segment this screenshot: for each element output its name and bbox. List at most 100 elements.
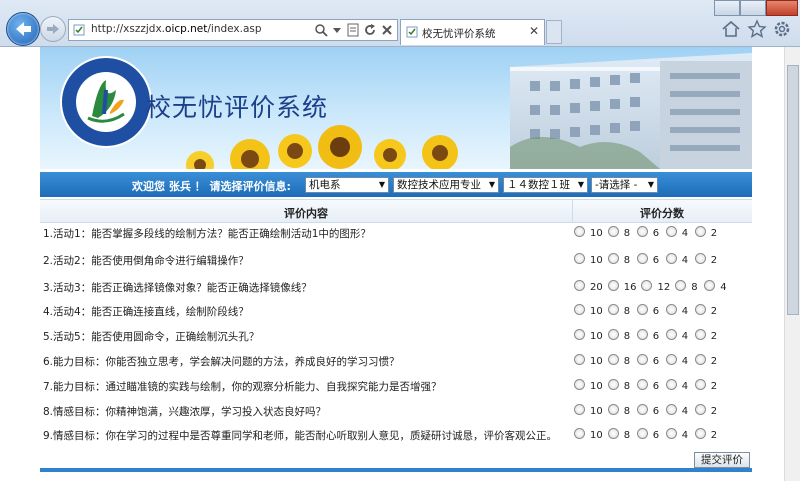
score-radio[interactable] [607,404,619,415]
score-option[interactable]: 6 [636,226,665,239]
score-radio[interactable] [694,354,706,365]
score-radio[interactable] [636,329,648,340]
score-radio[interactable] [665,379,677,390]
score-radio[interactable] [574,280,585,291]
score-option[interactable]: 4 [704,280,732,293]
score-option[interactable]: 10 [574,428,607,441]
score-radio[interactable] [665,226,677,237]
class-select[interactable]: １４数控１班 ▼ [503,177,588,193]
score-option[interactable]: 16 [607,280,641,293]
close-window-button[interactable] [766,0,798,16]
score-radio[interactable] [694,304,706,315]
score-option[interactable]: 4 [665,253,694,266]
score-option[interactable]: 2 [694,428,723,441]
score-radio[interactable] [636,304,648,315]
score-option[interactable]: 20 [574,280,607,293]
minimize-button[interactable] [714,0,740,16]
score-radio[interactable] [694,226,706,237]
score-radio[interactable] [694,428,706,439]
score-option[interactable]: 2 [694,329,723,342]
department-select[interactable]: 机电系 ▼ [305,177,389,193]
refresh-icon[interactable] [362,22,378,38]
score-radio[interactable] [607,253,619,264]
score-radio[interactable] [574,226,585,237]
score-radio[interactable] [574,304,585,315]
score-radio[interactable] [704,280,716,291]
score-option[interactable]: 2 [694,354,723,367]
score-option[interactable]: 6 [636,428,665,441]
score-option[interactable]: 10 [574,253,607,266]
score-option[interactable]: 10 [574,329,607,342]
back-button[interactable] [6,12,40,46]
maximize-button[interactable] [740,0,766,16]
score-option[interactable]: 8 [607,428,636,441]
score-radio[interactable] [665,253,677,264]
score-radio[interactable] [636,226,648,237]
score-option[interactable]: 2 [694,379,723,392]
score-option[interactable]: 6 [636,329,665,342]
score-option[interactable]: 2 [694,226,723,239]
score-radio[interactable] [607,304,619,315]
score-radio[interactable] [665,304,677,315]
score-radio[interactable] [607,379,619,390]
score-radio[interactable] [574,404,585,415]
score-option[interactable]: 8 [607,354,636,367]
vertical-scrollbar[interactable] [784,47,800,481]
score-radio[interactable] [636,379,648,390]
score-option[interactable]: 4 [665,226,694,239]
score-radio[interactable] [607,226,619,237]
major-select[interactable]: 数控技术应用专业 ▼ [393,177,499,193]
score-option[interactable]: 2 [694,253,723,266]
score-option[interactable]: 8 [607,304,636,317]
score-radio[interactable] [694,329,706,340]
score-option[interactable]: 6 [636,253,665,266]
home-icon[interactable] [720,18,742,40]
score-option[interactable]: 4 [665,404,694,417]
score-option[interactable]: 8 [675,280,703,293]
score-radio[interactable] [694,253,706,264]
score-radio[interactable] [665,404,677,415]
score-radio[interactable] [636,428,648,439]
score-option[interactable]: 4 [665,304,694,317]
score-option[interactable]: 8 [607,404,636,417]
score-radio[interactable] [665,354,677,365]
score-option[interactable]: 10 [574,226,607,239]
scrollbar-thumb[interactable] [787,65,799,315]
score-option[interactable]: 6 [636,354,665,367]
dropdown-arrow-icon[interactable] [329,22,345,38]
score-option[interactable]: 4 [665,379,694,392]
score-option[interactable]: 10 [574,379,607,392]
submit-evaluation-button[interactable]: 提交评价 [694,452,750,468]
score-radio[interactable] [641,280,653,291]
score-option[interactable]: 4 [665,354,694,367]
browser-tab[interactable]: 校无忧评价系统 ✕ [400,19,545,45]
score-radio[interactable] [636,404,648,415]
score-radio[interactable] [574,428,585,439]
favorites-star-icon[interactable] [746,18,768,40]
score-option[interactable]: 2 [694,404,723,417]
score-radio[interactable] [636,253,648,264]
tab-close-icon[interactable]: ✕ [529,24,539,38]
score-option[interactable]: 8 [607,379,636,392]
score-option[interactable]: 10 [574,404,607,417]
score-option[interactable]: 2 [694,304,723,317]
settings-gear-icon[interactable] [771,18,793,40]
score-option[interactable]: 10 [574,304,607,317]
score-radio[interactable] [607,428,619,439]
score-option[interactable]: 4 [665,329,694,342]
score-radio[interactable] [636,354,648,365]
score-radio[interactable] [607,354,619,365]
score-radio[interactable] [607,329,619,340]
score-radio[interactable] [574,253,585,264]
score-radio[interactable] [607,280,619,291]
score-radio[interactable] [675,280,687,291]
stop-icon[interactable] [379,22,395,38]
score-option[interactable]: 4 [665,428,694,441]
score-radio[interactable] [694,379,706,390]
course-select[interactable]: -请选择 - ▼ [591,177,658,193]
score-option[interactable]: 6 [636,404,665,417]
score-radio[interactable] [665,329,677,340]
address-bar[interactable]: http://xszzjdx.oicp.net/index.asp [68,19,398,41]
score-option[interactable]: 8 [607,329,636,342]
score-option[interactable]: 8 [607,226,636,239]
